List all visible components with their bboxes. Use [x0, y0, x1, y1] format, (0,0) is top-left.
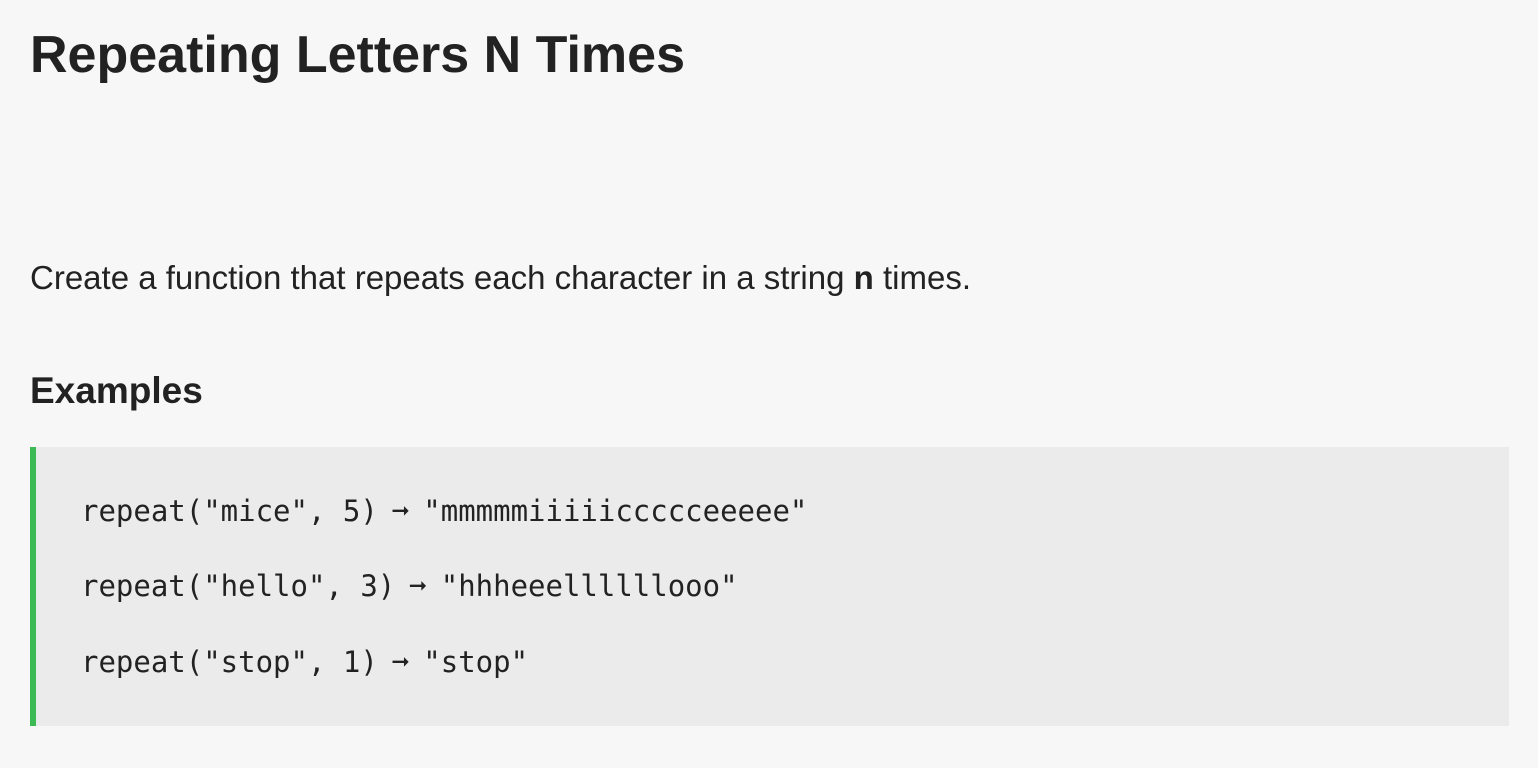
- description-text-before: Create a function that repeats each char…: [30, 259, 854, 296]
- arrow-right-icon: ➞: [409, 569, 427, 603]
- example-call: repeat("stop", 1): [81, 645, 378, 679]
- page-title: Repeating Letters N Times: [30, 26, 686, 84]
- example-result: "mmmmmiiiiiccccceeeee": [423, 494, 808, 528]
- arrow-right-icon: ➞: [391, 645, 410, 679]
- challenge-description: Create a function that repeats each char…: [30, 256, 971, 300]
- example-result: "hhheeellllllooo": [440, 569, 738, 603]
- example-line: repeat("mice", 5) ➞ "mmmmmiiiiiccccceeeee": [81, 493, 807, 529]
- examples-heading: Examples: [30, 370, 203, 411]
- description-emphasis: n: [853, 259, 874, 296]
- examples-code-block: repeat("mice", 5) ➞ "mmmmmiiiiiccccceeeee"…: [30, 447, 1509, 726]
- arrow-right-icon: ➞: [391, 494, 410, 528]
- example-line: repeat("stop", 1) ➞ "stop": [81, 644, 528, 680]
- example-result: "stop": [423, 645, 529, 679]
- example-line: repeat("hello", 3) ➞ "hhheeellllllooo": [81, 568, 738, 604]
- example-call: repeat("hello", 3): [81, 569, 396, 603]
- example-call: repeat("mice", 5): [81, 494, 378, 528]
- description-text-after: times.: [873, 259, 971, 296]
